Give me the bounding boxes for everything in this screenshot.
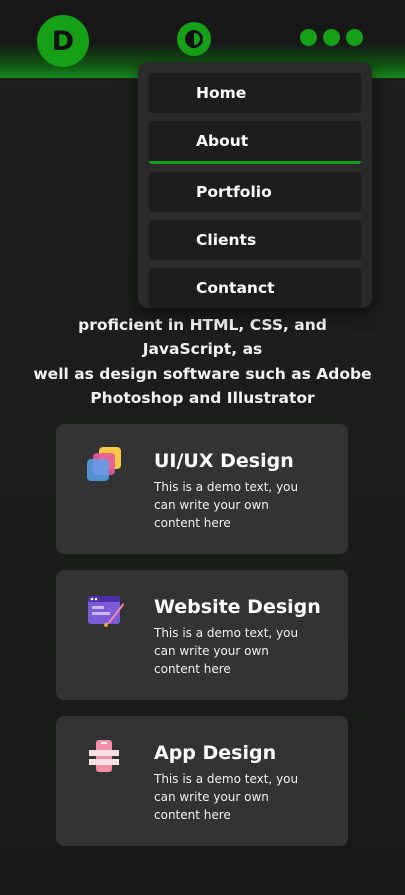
hero-line: Photoshop and Illustrator [90,389,315,407]
service-description: This is a demo text, you can write your … [154,480,299,530]
service-title: UI/UX Design [154,450,294,472]
dot [300,29,317,46]
website-design-icon [88,596,124,627]
menu-item-about[interactable]: About [149,121,361,164]
dot [346,29,363,46]
hero-line: well as design software such as Adobe [33,364,372,383]
service-description: This is a demo text, you can write your … [154,772,299,822]
logo[interactable]: D [37,15,89,67]
dot [323,29,340,46]
service-card-website[interactable]: Website Design This is a demo text, you … [56,570,348,700]
logo-icon: D [51,25,75,57]
menu-item-home[interactable]: Home [149,73,361,113]
theme-toggle-icon [185,30,203,48]
more-dots-icon[interactable] [300,29,363,47]
theme-toggle-button[interactable] [177,22,211,56]
app-design-icon [89,740,119,772]
service-description: This is a demo text, you can write your … [154,626,299,676]
hero-line: proficient in HTML, CSS, and JavaScript,… [78,315,327,359]
service-card-app[interactable]: App Design This is a demo text, you can … [56,716,348,846]
menu-item-portfolio[interactable]: Portfolio [149,172,361,212]
menu-item-clients[interactable]: Clients [149,220,361,260]
menu-item-contact[interactable]: Contanct [149,268,361,308]
service-card-ui-ux[interactable]: UI/UX Design This is a demo text, you ca… [56,424,348,554]
service-title: App Design [154,742,277,764]
service-title: Website Design [154,596,321,618]
ui-ux-design-icon [87,447,121,481]
nav-dropdown-menu: Home About Portfolio Clients Contanct [138,62,372,308]
